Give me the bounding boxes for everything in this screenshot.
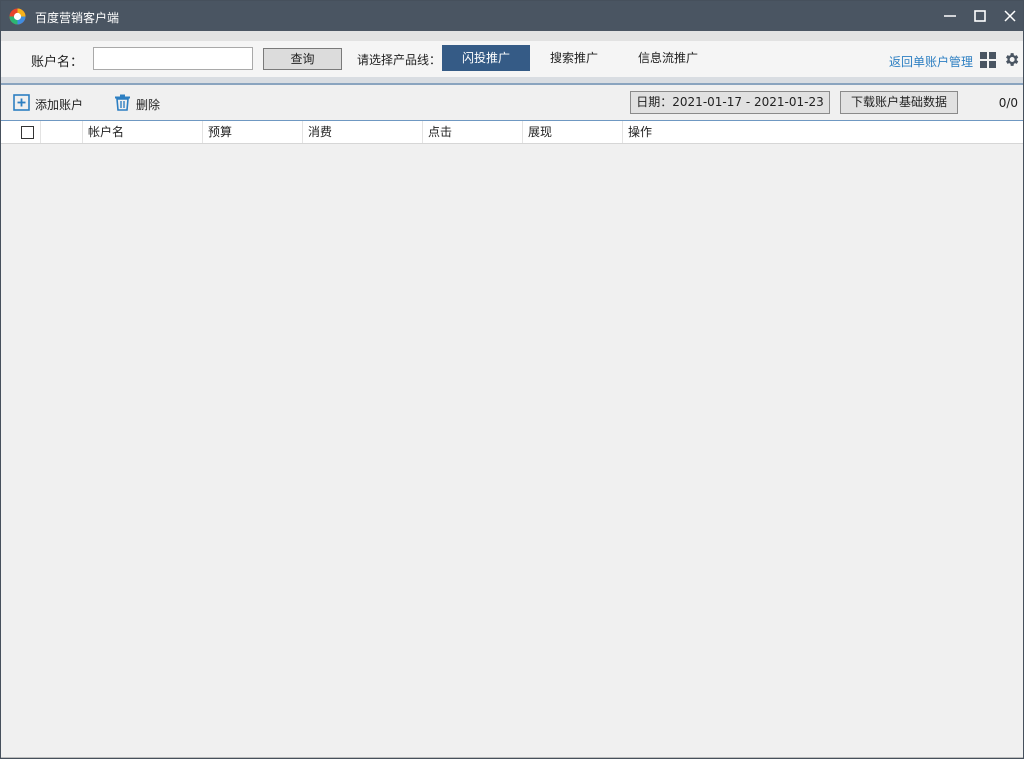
title-bar[interactable]: 百度营销客户端 [1, 1, 1023, 31]
date-range-picker[interactable]: 日期：2021-01-17 - 2021-01-23 [630, 91, 830, 114]
column-header-impressions[interactable]: 展现 [523, 121, 623, 143]
maximize-button[interactable] [970, 6, 990, 26]
grid-icon[interactable] [980, 52, 996, 68]
select-all-checkbox[interactable] [21, 126, 34, 139]
top-divider [1, 31, 1023, 41]
trash-icon [115, 94, 130, 111]
gear-icon[interactable] [1003, 51, 1020, 68]
maximize-icon [974, 10, 986, 22]
column-header-spend[interactable]: 消费 [303, 121, 423, 143]
minimize-icon [944, 15, 956, 17]
table-body [1, 144, 1023, 757]
product-line-label: 请选择产品线： [357, 53, 442, 67]
column-header-clicks[interactable]: 点击 [423, 121, 523, 143]
back-to-single-account-link[interactable]: 返回单账户管理 [889, 53, 973, 70]
bottom-border [1, 757, 1023, 758]
tab-search-promotion[interactable]: 搜索推广 [532, 45, 616, 71]
download-account-data-button[interactable]: 下载账户基础数据 [840, 91, 958, 114]
add-square-icon [13, 94, 30, 111]
window-title: 百度营销客户端 [35, 11, 120, 25]
app-window: 百度营销客户端 账户名： 查询 请选择产品线： 闪投推广 搜索推广 信息流推广 … [0, 0, 1024, 759]
column-header-budget[interactable]: 预算 [203, 121, 303, 143]
add-account-label: 添加账户 [35, 98, 84, 112]
table-header: 帐户名 预算 消费 点击 展现 操作 [1, 120, 1023, 144]
column-header-account-name[interactable]: 帐户名 [83, 121, 203, 143]
account-name-input[interactable] [93, 47, 253, 70]
close-icon [1004, 10, 1016, 22]
tab-flash-promotion[interactable]: 闪投推广 [442, 45, 530, 71]
app-logo-icon [9, 8, 26, 25]
minimize-button[interactable] [940, 6, 960, 26]
header-blank-cell [41, 121, 83, 143]
search-bar: 账户名： 查询 请选择产品线： 闪投推广 搜索推广 信息流推广 返回单账户管理 [1, 41, 1023, 77]
account-name-label: 账户名： [31, 55, 84, 70]
query-button[interactable]: 查询 [263, 48, 342, 70]
select-all-cell [1, 121, 41, 143]
selection-count: 0/0 [998, 96, 1018, 110]
tab-feed-promotion[interactable]: 信息流推广 [621, 45, 715, 71]
column-header-actions: 操作 [628, 125, 653, 139]
toolbar: 添加账户 删除 日期：2021-01-17 - 2021-01-23 下载账户基… [1, 85, 1023, 120]
close-button[interactable] [1000, 6, 1020, 26]
delete-label: 删除 [136, 98, 161, 112]
